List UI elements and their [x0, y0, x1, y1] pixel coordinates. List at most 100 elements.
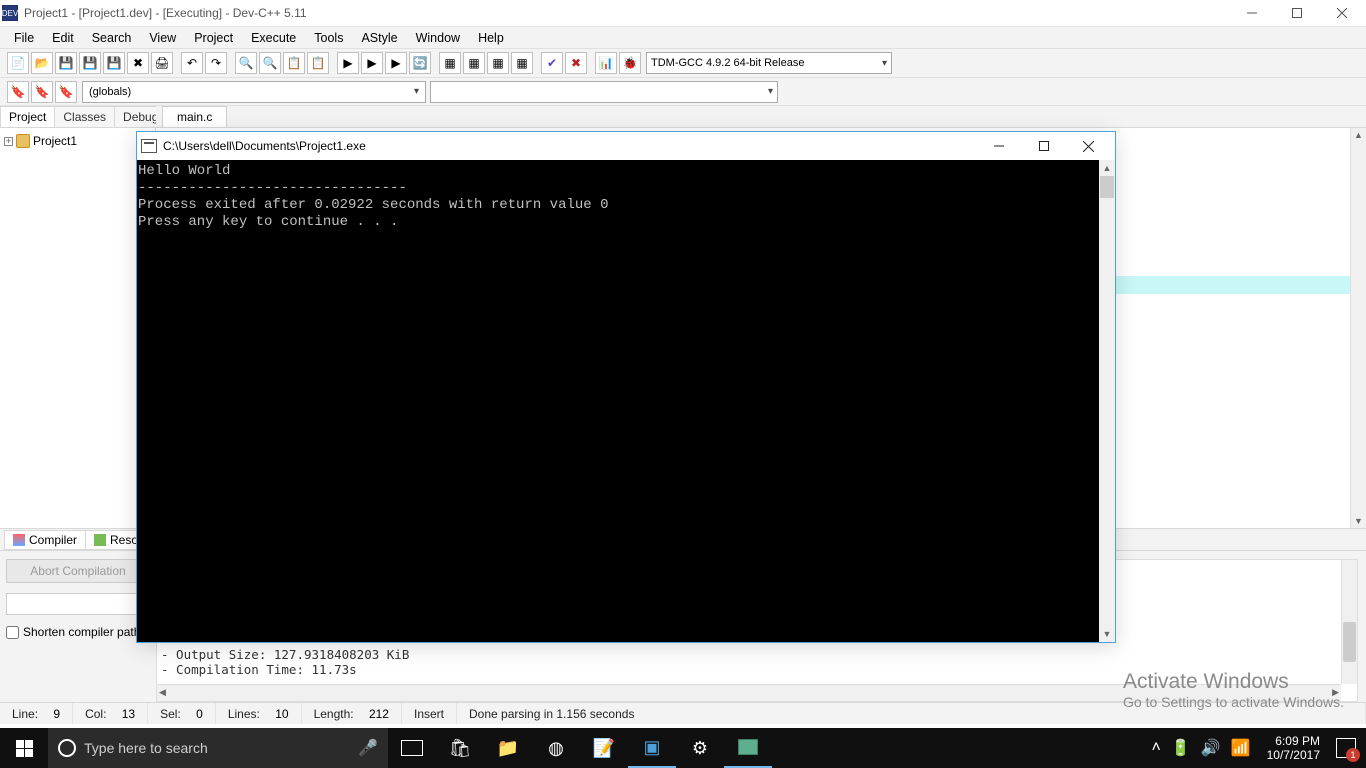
- check-icon[interactable]: ✔: [541, 52, 563, 74]
- taskbar-notes-icon[interactable]: 📝: [580, 728, 628, 768]
- chevron-down-icon: ▾: [414, 86, 419, 97]
- menu-file[interactable]: File: [6, 29, 42, 47]
- status-mode: Insert: [402, 703, 457, 724]
- console-maximize-button[interactable]: [1021, 133, 1066, 159]
- replace-icon[interactable]: 🔍: [259, 52, 281, 74]
- menu-execute[interactable]: Execute: [243, 29, 304, 47]
- run-icon[interactable]: ▶: [361, 52, 383, 74]
- compile-run-icon[interactable]: ▶: [385, 52, 407, 74]
- taskbar-explorer-icon[interactable]: 📁: [484, 728, 532, 768]
- goto-icon[interactable]: 📋: [307, 52, 329, 74]
- save-icon[interactable]: 💾: [55, 52, 77, 74]
- find-in-files-icon[interactable]: 📋: [283, 52, 305, 74]
- log-scrollbar-vertical[interactable]: [1341, 560, 1357, 684]
- taskbar: Type here to search 🎤 🛍 📁 ◍ 📝 ▣ ⚙ ˄ 🔋 🔊 …: [0, 728, 1366, 768]
- bottom-tab-resources-label: Reso: [110, 533, 138, 547]
- console-window[interactable]: C:\Users\dell\Documents\Project1.exe Hel…: [136, 131, 1116, 643]
- console-scrollbar[interactable]: ▲ ▼: [1099, 160, 1115, 642]
- status-line: Line: 9: [0, 703, 73, 724]
- left-tabs: Project Classes Debug: [0, 106, 155, 128]
- toolbar-primary: 📄 📂 💾 💾 💾 ✖ 🖨 ↶ ↷ 🔍 🔍 📋 📋 ▶ ▶ ▶ 🔄 ▦ ▦ ▦ …: [0, 48, 1366, 78]
- bookmark-add-icon[interactable]: 🔖: [7, 81, 29, 103]
- status-col: Col: 13: [73, 703, 148, 724]
- menu-tools[interactable]: Tools: [306, 29, 351, 47]
- project-icon: [16, 134, 30, 148]
- menu-astyle[interactable]: AStyle: [353, 29, 405, 47]
- save-all-icon[interactable]: 💾: [79, 52, 101, 74]
- profile-icon[interactable]: 📊: [595, 52, 617, 74]
- menu-project[interactable]: Project: [186, 29, 241, 47]
- menu-search[interactable]: Search: [84, 29, 140, 47]
- scope-selector[interactable]: (globals) ▾: [82, 81, 426, 103]
- tray-wifi-icon[interactable]: 📶: [1231, 738, 1251, 758]
- status-sel: Sel: 0: [148, 703, 216, 724]
- tab-project[interactable]: Project: [0, 106, 55, 127]
- redo-icon[interactable]: ↷: [205, 52, 227, 74]
- console-titlebar[interactable]: C:\Users\dell\Documents\Project1.exe: [137, 132, 1115, 160]
- console-minimize-button[interactable]: [976, 133, 1021, 159]
- bottom-tab-compiler[interactable]: Compiler: [4, 530, 86, 550]
- project-tree[interactable]: + Project1: [0, 128, 155, 528]
- file-tab-main[interactable]: main.c: [162, 106, 227, 127]
- expand-icon[interactable]: +: [4, 137, 13, 146]
- debug-icon[interactable]: 🐞: [619, 52, 641, 74]
- menu-help[interactable]: Help: [470, 29, 512, 47]
- bookmark-list-icon[interactable]: 🔖: [55, 81, 77, 103]
- compiler-tab-icon: [13, 534, 25, 546]
- close-button[interactable]: [1319, 2, 1364, 24]
- console-title-text: C:\Users\dell\Documents\Project1.exe: [163, 139, 976, 153]
- menu-view[interactable]: View: [141, 29, 184, 47]
- print-icon[interactable]: 🖨: [151, 52, 173, 74]
- abort-compilation-button[interactable]: Abort Compilation: [6, 559, 150, 583]
- menu-edit[interactable]: Edit: [44, 29, 82, 47]
- bookmark-goto-icon[interactable]: 🔖: [31, 81, 53, 103]
- compiler-selector[interactable]: TDM-GCC 4.9.2 64-bit Release ▾: [646, 52, 892, 74]
- tray-chevron-icon[interactable]: ˄: [1152, 739, 1161, 757]
- taskbar-search[interactable]: Type here to search 🎤: [48, 728, 388, 768]
- tray-clock[interactable]: 6:09 PM 10/7/2017: [1261, 734, 1326, 762]
- scroll-thumb[interactable]: [1100, 176, 1114, 198]
- console-close-button[interactable]: [1066, 133, 1111, 159]
- menu-window[interactable]: Window: [408, 29, 468, 47]
- tray-battery-icon[interactable]: 🔋: [1171, 738, 1191, 758]
- scroll-up-icon[interactable]: ▲: [1099, 160, 1115, 176]
- taskbar-settings-icon[interactable]: ⚙: [676, 728, 724, 768]
- new-file-icon[interactable]: 📄: [7, 52, 29, 74]
- undo-icon[interactable]: ↶: [181, 52, 203, 74]
- maximize-button[interactable]: [1274, 2, 1319, 24]
- bottom-tab-compiler-label: Compiler: [29, 533, 77, 547]
- toolbar-secondary: 🔖 🔖 🔖 (globals) ▾ ▾: [0, 78, 1366, 106]
- tab-classes[interactable]: Classes: [54, 106, 115, 127]
- tree-root[interactable]: + Project1: [4, 132, 151, 150]
- taskbar-store-icon[interactable]: 🛍: [436, 728, 484, 768]
- shorten-paths-input[interactable]: [6, 626, 19, 639]
- scroll-down-icon[interactable]: ▼: [1099, 626, 1115, 642]
- system-tray: ˄ 🔋 🔊 📶 6:09 PM 10/7/2017 1: [1152, 734, 1366, 762]
- grid4-icon[interactable]: ▦: [511, 52, 533, 74]
- console-body[interactable]: Hello World ----------------------------…: [137, 160, 1115, 642]
- taskbar-chrome-icon[interactable]: ◍: [532, 728, 580, 768]
- grid3-icon[interactable]: ▦: [487, 52, 509, 74]
- rebuild-icon[interactable]: 🔄: [409, 52, 431, 74]
- compile-icon[interactable]: ▶: [337, 52, 359, 74]
- save-as-icon[interactable]: 💾: [103, 52, 125, 74]
- close-file-icon[interactable]: ✖: [127, 52, 149, 74]
- editor-scrollbar-vertical[interactable]: [1350, 128, 1366, 528]
- tray-volume-icon[interactable]: 🔊: [1201, 738, 1221, 758]
- cancel-icon[interactable]: ✖: [565, 52, 587, 74]
- open-icon[interactable]: 📂: [31, 52, 53, 74]
- shorten-paths-checkbox[interactable]: Shorten compiler path: [6, 625, 150, 639]
- action-center-icon[interactable]: 1: [1336, 738, 1356, 758]
- find-icon[interactable]: 🔍: [235, 52, 257, 74]
- console-output: Hello World ----------------------------…: [137, 160, 1115, 234]
- task-view-icon[interactable]: [388, 728, 436, 768]
- minimize-button[interactable]: [1229, 2, 1274, 24]
- start-button[interactable]: [0, 728, 48, 768]
- taskbar-devcpp-icon[interactable]: ▣: [628, 728, 676, 768]
- taskbar-console-icon[interactable]: [724, 728, 772, 768]
- status-length: Length: 212: [302, 703, 402, 724]
- member-selector[interactable]: ▾: [430, 81, 778, 103]
- microphone-icon[interactable]: 🎤: [358, 738, 378, 758]
- grid2-icon[interactable]: ▦: [463, 52, 485, 74]
- grid1-icon[interactable]: ▦: [439, 52, 461, 74]
